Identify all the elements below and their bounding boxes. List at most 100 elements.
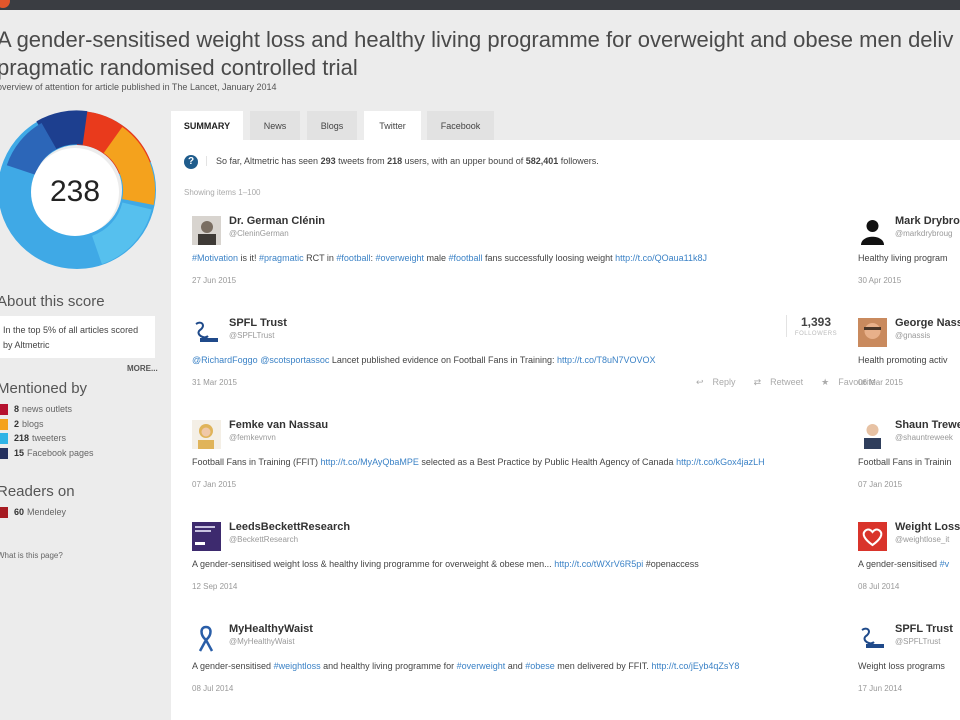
mention-label: tweeters (32, 433, 67, 443)
tweet-link[interactable]: http://t.co/tWXrV6R5pi (554, 559, 643, 569)
tweet-date: 07 Jan 2015 (858, 480, 903, 489)
tweet-link[interactable]: #v (940, 559, 950, 569)
info-icon[interactable]: ? (184, 155, 198, 169)
tweet-link[interactable]: http://t.co/jEyb4qZsY8 (651, 661, 739, 671)
mention-count: 8 (14, 404, 20, 414)
tweet-handle[interactable]: @SPFLTrust (895, 637, 940, 646)
tweet-text-segment: selected as a Best Practice by Public He… (418, 457, 677, 467)
tweet-handle[interactable]: @SPFLTrust (229, 331, 274, 340)
avatar-femke-van-nassau[interactable] (192, 420, 221, 449)
tweet-link[interactable]: http://t.co/T8uN7VOVOX (557, 355, 656, 365)
tweeters-swatch (0, 433, 8, 445)
mention-label: news outlets (22, 404, 73, 414)
tweet-author[interactable]: Weight Loss (895, 521, 960, 533)
tweet-link[interactable]: #overweight (457, 661, 506, 671)
mention-count: 2 (14, 419, 20, 429)
tweet-handle[interactable]: @femkevnvn (229, 433, 276, 442)
tweet-link[interactable]: #pragmatic (259, 253, 304, 263)
reader-label: Mendeley (27, 507, 67, 517)
tweet-handle[interactable]: @gnassis (895, 331, 930, 340)
tweet-handle[interactable]: @MyHealthyWaist (229, 637, 295, 646)
tweet-text-segment: Football Fans in Trainin (858, 457, 952, 467)
tweet-link[interactable]: http://t.co/QOaua11k8J (615, 253, 707, 263)
news-swatch (0, 404, 8, 416)
tweet-link[interactable]: http://t.co/MyAyQbaMPE (321, 457, 419, 467)
more-link[interactable]: MORE... (127, 364, 158, 373)
tab-facebook[interactable]: Facebook (427, 111, 494, 141)
tweet-text-segment: RCT in (303, 253, 337, 263)
tweet-author[interactable]: Dr. German Clénin (229, 215, 325, 227)
tab-summary[interactable]: SUMMARY (171, 111, 243, 141)
twitter-summary: So far, Altmetric has seen 293 tweets fr… (206, 156, 599, 166)
tweet-author[interactable]: SPFL Trust (229, 317, 287, 329)
tweet-text: A gender-sensitised #v (858, 559, 949, 569)
mention-blogs[interactable]: 2 blogs (0, 419, 44, 431)
retweet-button[interactable]: ⇄ Retweet (754, 377, 813, 387)
tweet-handle[interactable]: @shauntreweek (895, 433, 953, 442)
tweet-author[interactable]: SPFL Trust (895, 623, 953, 635)
what-is-this-page-link[interactable]: What is this page? (0, 551, 63, 560)
tweet-text-segment: fans successfully loosing weight (482, 253, 616, 263)
altmetric-logo-icon[interactable] (0, 0, 10, 8)
tweet-link[interactable]: #football (449, 253, 483, 263)
facebook-swatch (0, 448, 8, 460)
tweet-handle[interactable]: @markdrybroug (895, 229, 952, 238)
reader-mendeley[interactable]: 60 Mendeley (0, 507, 66, 519)
page-title: A gender-sensitised weight loss and heal… (0, 26, 960, 82)
blogs-swatch (0, 419, 8, 431)
mention-news[interactable]: 8 news outlets (0, 404, 72, 416)
tweet-date: 30 Apr 2015 (858, 276, 902, 285)
mention-tweeters[interactable]: 218 tweeters (0, 433, 66, 445)
tweet-text: Football Fans in Training (FFIT) http://… (192, 457, 765, 467)
tweet-text-segment: male (424, 253, 449, 263)
avatar-leeds-beckett[interactable] (192, 522, 221, 551)
avatar-spfl-trust[interactable] (858, 624, 887, 653)
tweet-text: A gender-sensitised weight loss & health… (192, 559, 699, 569)
heart-logo-icon[interactable] (858, 522, 887, 551)
tweet-text-segment: Healthy living program (858, 253, 948, 263)
tweet-link[interactable]: #Motivation (192, 253, 238, 263)
tweet-link[interactable]: #overweight (375, 253, 424, 263)
tweet-author[interactable]: George Nass (895, 317, 960, 329)
tweet-author[interactable]: MyHealthyWaist (229, 623, 313, 635)
tweet-text-segment: Health promoting activ (858, 355, 948, 365)
avatar-shaun-treweek[interactable] (858, 420, 887, 449)
awareness-ribbon-icon[interactable] (192, 624, 221, 653)
followers-label: FOLLOWERS (794, 331, 838, 337)
tweet-handle[interactable]: @CleninGerman (229, 229, 289, 238)
retweet-icon: ⇄ (753, 377, 762, 387)
tweet-text: A gender-sensitised #weightloss and heal… (192, 661, 739, 671)
tab-twitter[interactable]: Twitter (364, 111, 421, 141)
about-score-heading: About this score (0, 293, 105, 310)
avatar-german-clenin[interactable] (192, 216, 221, 245)
reply-button[interactable]: ↩ Reply (696, 377, 745, 387)
tweet-text: Football Fans in Trainin (858, 457, 952, 467)
title-line-2: pragmatic randomised controlled trial (0, 55, 358, 80)
title-line-1: A gender-sensitised weight loss and heal… (0, 27, 954, 52)
avatar-spfl-trust[interactable] (192, 318, 221, 347)
reader-count: 60 (14, 507, 25, 517)
avatar-george-nassis[interactable] (858, 318, 887, 347)
tweet-date: 31 Mar 2015 (192, 378, 237, 387)
tweet-author[interactable]: Shaun Trewe (895, 419, 960, 431)
followers-count: 1,393 (800, 315, 832, 329)
tweet-link[interactable]: @scotsportassoc (260, 355, 329, 365)
tweet-date: 27 Jun 2015 (192, 276, 237, 285)
tweet-link[interactable]: #football (336, 253, 370, 263)
tweet-handle[interactable]: @BeckettResearch (229, 535, 298, 544)
tweet-text: @RichardFoggo @scotsportassoc Lancet pub… (192, 355, 656, 365)
tweet-link[interactable]: #obese (525, 661, 555, 671)
tab-news[interactable]: News (250, 111, 300, 141)
tweet-link[interactable]: http://t.co/kGox4jazLH (676, 457, 765, 467)
tweet-link[interactable]: @RichardFoggo (192, 355, 258, 365)
tweet-handle[interactable]: @weightlose_it (895, 535, 949, 544)
tweet-link[interactable]: #weightloss (274, 661, 321, 671)
tweet-author[interactable]: Femke van Nassau (229, 419, 328, 431)
mention-facebook[interactable]: 15 Facebook pages (0, 448, 94, 460)
tweet-author[interactable]: LeedsBeckettResearch (229, 521, 350, 533)
score-context-line-2: by Altmetric (3, 340, 50, 350)
tab-blogs[interactable]: Blogs (307, 111, 357, 141)
showing-items: Showing items 1–100 (184, 188, 261, 197)
tweet-author[interactable]: Mark Drybro (895, 215, 960, 227)
default-avatar-icon[interactable] (858, 216, 887, 245)
